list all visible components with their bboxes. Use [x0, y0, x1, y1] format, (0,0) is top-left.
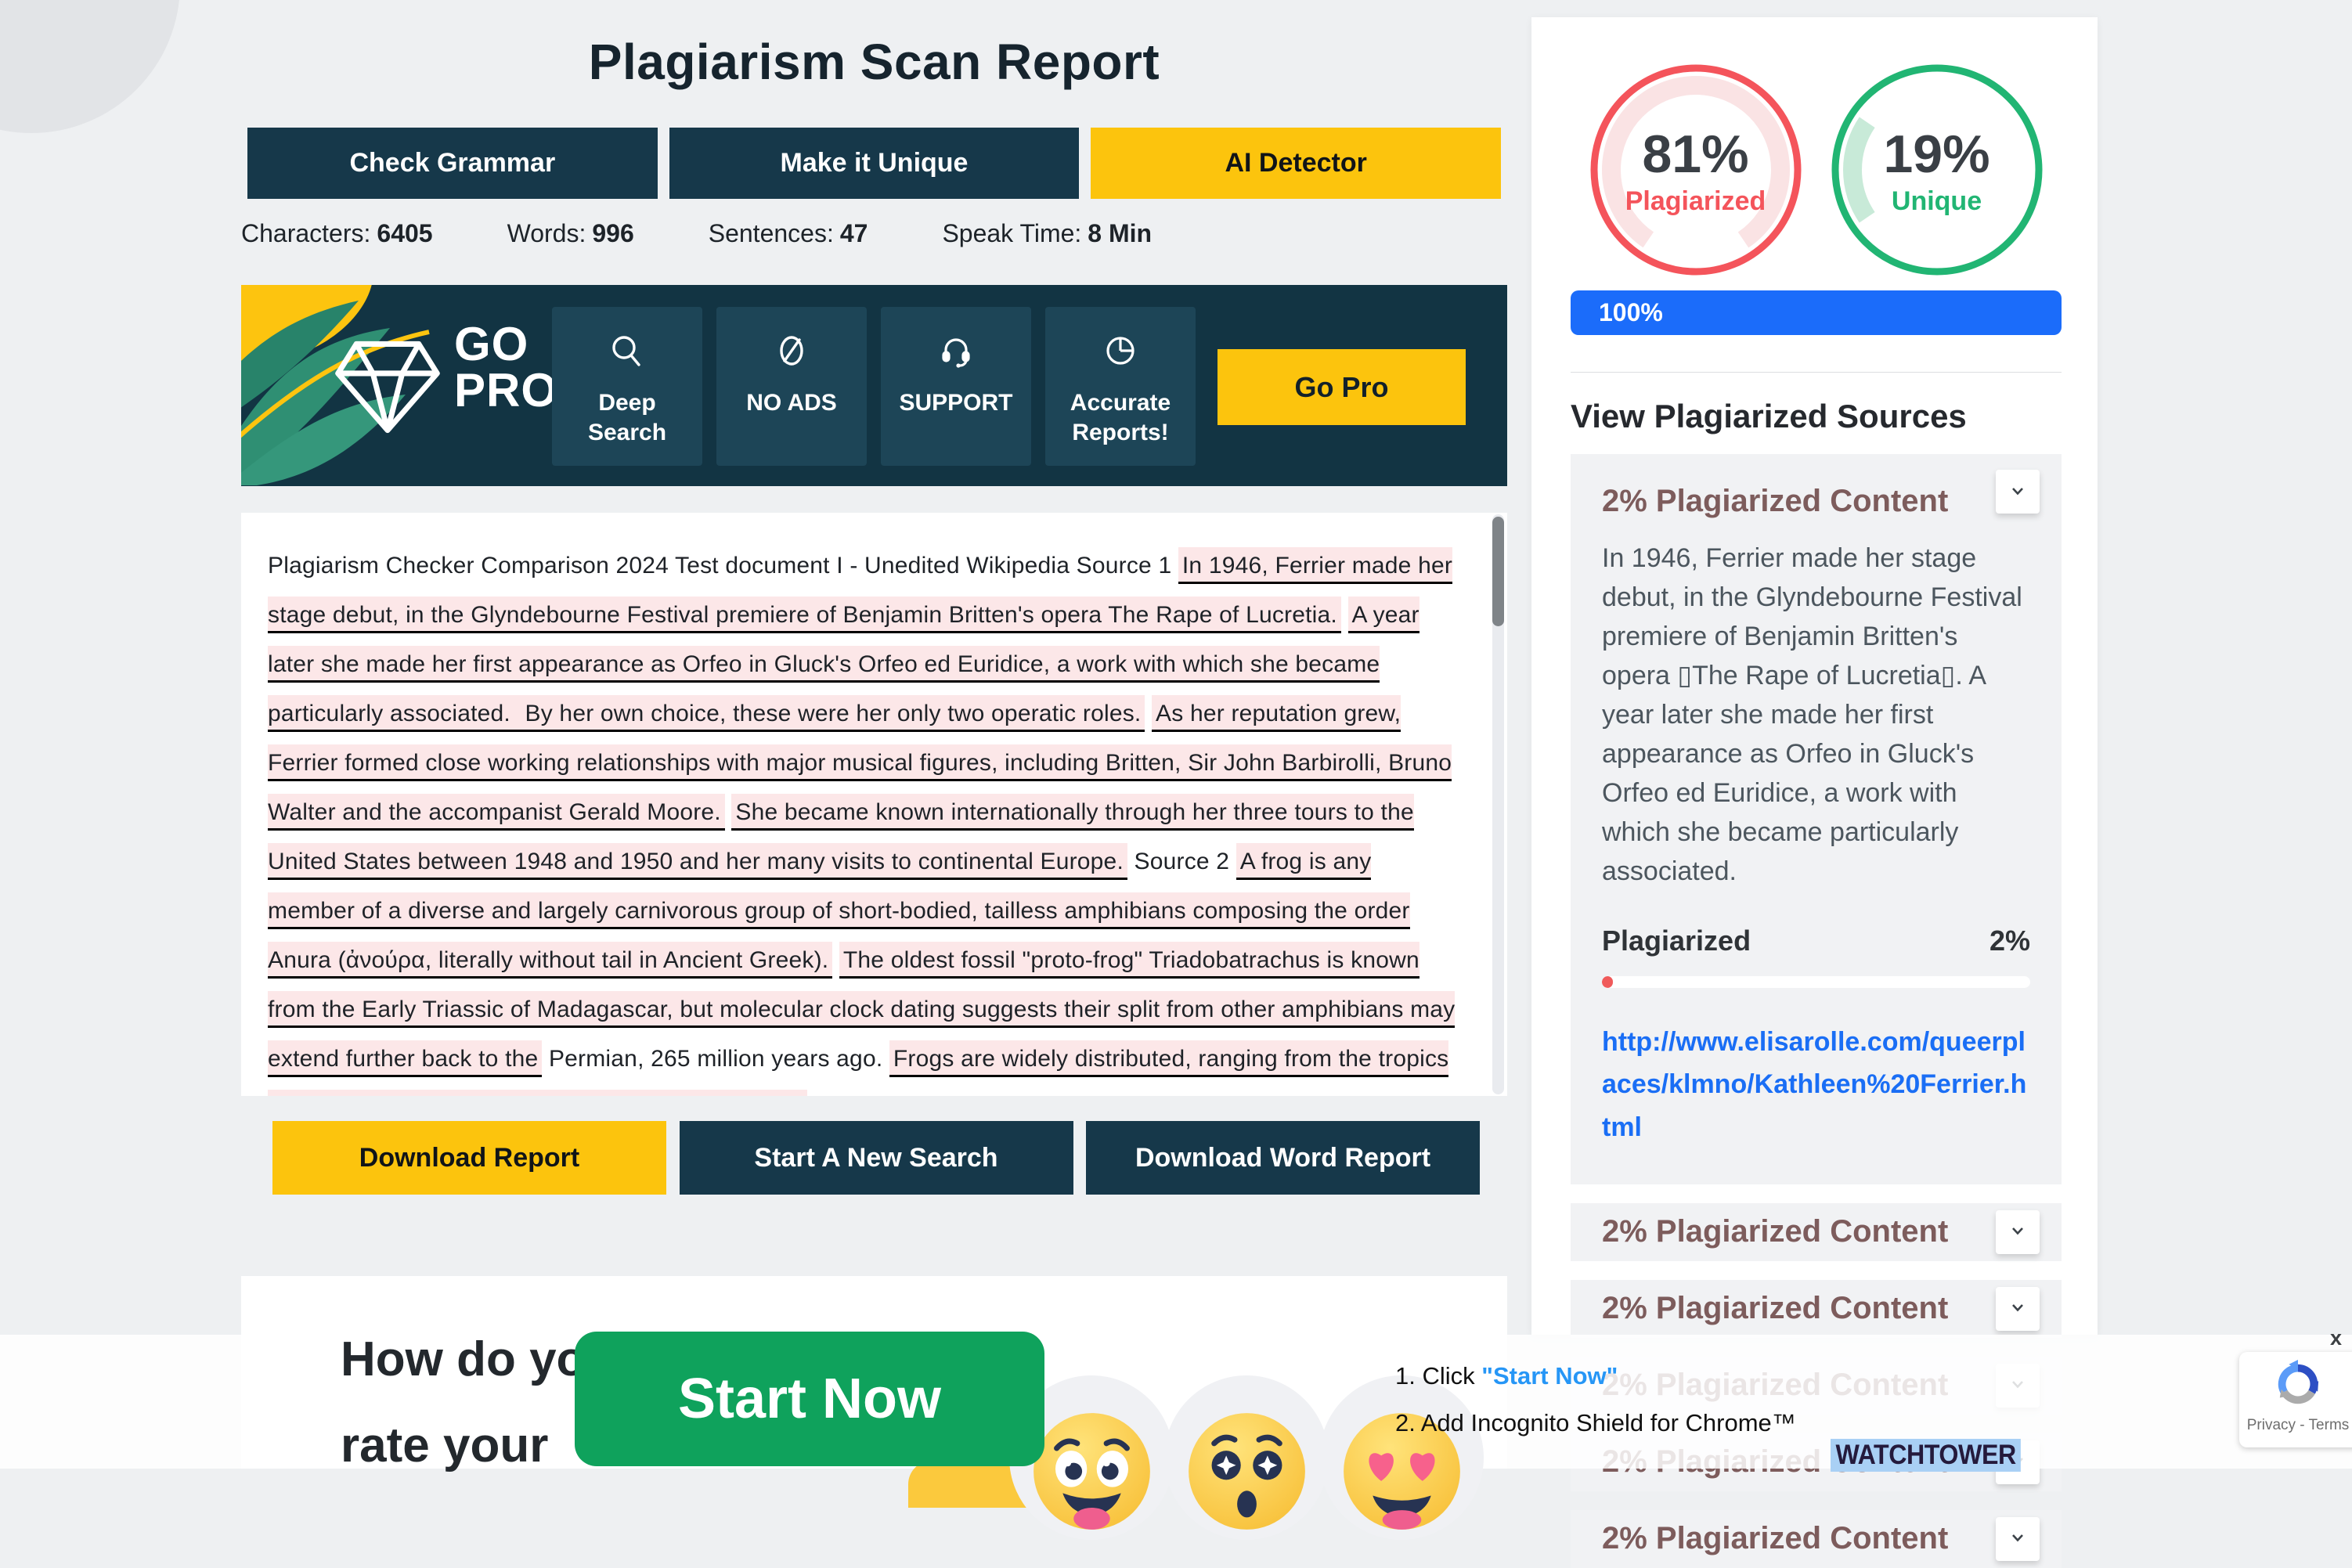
- unique-label: Unique: [1892, 186, 1982, 217]
- instruction-step-2: 2. Add Incognito Shield for Chrome™: [1395, 1409, 1796, 1437]
- diamond-icon: [329, 326, 446, 443]
- plagiarized-sentence: By her own choice, these were her only t…: [521, 695, 1145, 732]
- make-it-unique-button[interactable]: Make it Unique: [669, 128, 1080, 199]
- source-url-link[interactable]: http://www.elisarolle.com/queerplaces/kl…: [1602, 1021, 2030, 1148]
- unique-text: Plagiarism Checker Comparison 2024 Test …: [268, 553, 1178, 579]
- score-gauges: 81% Plagiarized 19% Unique: [1571, 60, 2062, 279]
- meter-value: 2%: [1989, 925, 2030, 957]
- ai-detector-button[interactable]: AI Detector: [1091, 128, 1501, 199]
- expand-source-button[interactable]: [1996, 1287, 2040, 1331]
- search-icon: [605, 327, 649, 377]
- chevron-down-icon: [2008, 1298, 2027, 1319]
- go-pro-banner: GO PRO Deep Search NO ADS SUPPORT: [241, 285, 1507, 486]
- plagiarized-gauge: 81% Plagiarized: [1586, 60, 1805, 279]
- feature-no-ads: NO ADS: [716, 307, 867, 466]
- recaptcha-icon: [2274, 1398, 2322, 1411]
- collapse-source-button[interactable]: [1996, 470, 2040, 514]
- stat-words: Words:996: [507, 219, 634, 248]
- unique-text: Permian, 265 million years ago.: [542, 1046, 889, 1072]
- source-card-expanded: 2% Plagiarized Content In 1946, Ferrier …: [1571, 454, 2062, 1184]
- source-card-title: 2% Plagiarized Content: [1602, 1214, 1948, 1249]
- support-headset-icon: [934, 327, 978, 377]
- download-word-report-button[interactable]: Download Word Report: [1086, 1121, 1480, 1195]
- scan-progress-bar: 100%: [1571, 290, 2062, 335]
- close-icon[interactable]: x: [2330, 1326, 2342, 1350]
- chevron-down-icon: [2008, 481, 2027, 503]
- start-now-link[interactable]: "Start Now": [1481, 1362, 1618, 1390]
- source-card-title: 2% Plagiarized Content: [1602, 1521, 1948, 1556]
- feature-accurate-reports: Accurate Reports!: [1045, 307, 1196, 466]
- stat-sentences: Sentences:47: [709, 219, 868, 248]
- start-now-button[interactable]: Start Now: [575, 1332, 1044, 1466]
- instruction-step-1: 1. Click "Start Now": [1395, 1362, 1796, 1390]
- scanned-document-box: Plagiarism Checker Comparison 2024 Test …: [241, 513, 1507, 1096]
- results-sidebar: 81% Plagiarized 19% Unique 100% View Pla…: [1531, 17, 2098, 1335]
- page-title: Plagiarism Scan Report: [241, 33, 1507, 91]
- unique-text: [1145, 701, 1152, 726]
- promo-feature-tiles: Deep Search NO ADS SUPPORT Accurate Repo…: [552, 307, 1196, 466]
- check-grammar-button[interactable]: Check Grammar: [247, 128, 658, 199]
- download-report-button[interactable]: Download Report: [272, 1121, 666, 1195]
- unique-text: [1341, 602, 1348, 628]
- source-card-title: 2% Plagiarized Content: [1602, 484, 2030, 519]
- astonished-emoji[interactable]: [1164, 1375, 1329, 1540]
- feature-deep-search: Deep Search: [552, 307, 702, 466]
- scanned-document-text: Plagiarism Checker Comparison 2024 Test …: [268, 541, 1460, 1096]
- no-ads-icon: [770, 327, 813, 377]
- corner-decoration: [0, 0, 180, 133]
- meter-label: Plagiarized: [1602, 925, 1751, 957]
- go-pro-logo: GO PRO: [454, 322, 558, 414]
- chevron-down-icon: [2008, 1221, 2027, 1242]
- stat-speak-time: Speak Time:8 Min: [942, 219, 1152, 248]
- sources-title: View Plagiarized Sources: [1571, 398, 2062, 435]
- unique-gauge: 19% Unique: [1827, 60, 2047, 279]
- main-column: Plagiarism Scan Report Check Grammar Mak…: [241, 0, 1507, 1469]
- expand-source-button[interactable]: [1996, 1517, 2040, 1561]
- unique-percent: 19%: [1883, 124, 1989, 185]
- document-stats: Characters:6405 Words:996 Sentences:47 S…: [241, 219, 1152, 248]
- go-pro-button[interactable]: Go Pro: [1217, 349, 1466, 425]
- source-card-collapsed: 2% Plagiarized Content: [1571, 1203, 2062, 1261]
- source-meter: Plagiarized 2%: [1602, 925, 2030, 957]
- unique-text: [832, 947, 839, 973]
- expand-source-button[interactable]: [1996, 1210, 2040, 1254]
- source-excerpt: In 1946, Ferrier made her stage debut, i…: [1602, 539, 2030, 892]
- meter-track: [1602, 976, 2030, 988]
- chevron-down-icon: [2008, 1528, 2027, 1549]
- recaptcha-privacy-terms[interactable]: Privacy - Terms: [2239, 1417, 2352, 1434]
- document-scrollbar-thumb[interactable]: [1492, 517, 1504, 626]
- sidebar-divider: [1571, 372, 2062, 373]
- unique-text: Source 2: [1127, 849, 1236, 874]
- plagiarized-percent: 81%: [1642, 124, 1748, 185]
- recaptcha-badge[interactable]: Privacy - Terms: [2239, 1352, 2352, 1447]
- stat-characters: Characters:6405: [241, 219, 433, 248]
- watchtower-logo: WATCHTOWER: [1831, 1439, 2021, 1472]
- start-new-search-button[interactable]: Start A New Search: [680, 1121, 1073, 1195]
- meter-fill: [1602, 976, 1613, 988]
- feature-support: SUPPORT: [881, 307, 1031, 466]
- source-card-collapsed: 2% Plagiarized Content: [1571, 1280, 2062, 1338]
- pie-chart-icon: [1098, 327, 1142, 377]
- report-actions: Download Report Start A New Search Downl…: [272, 1121, 1480, 1195]
- plagiarized-label: Plagiarized: [1625, 186, 1766, 217]
- source-card-collapsed: 2% Plagiarized Content: [1571, 1510, 2062, 1568]
- toolbar: Check Grammar Make it Unique AI Detector: [247, 128, 1501, 199]
- source-card-title: 2% Plagiarized Content: [1602, 1291, 1948, 1326]
- promo-instructions: 1. Click "Start Now" 2. Add Incognito Sh…: [1395, 1362, 1796, 1456]
